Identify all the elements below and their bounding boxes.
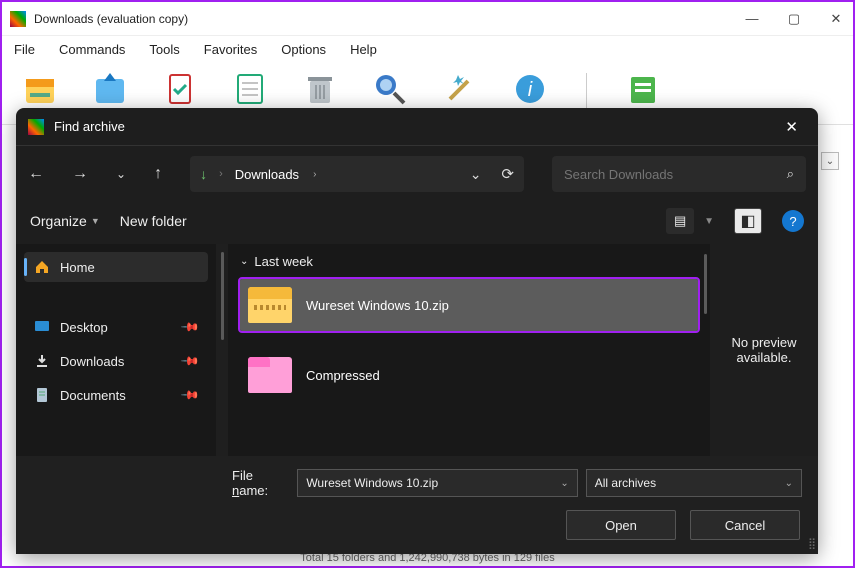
help-button[interactable]: ? (782, 210, 804, 232)
cancel-button[interactable]: Cancel (690, 510, 800, 540)
document-icon (34, 387, 50, 403)
dialog-logo-icon (28, 119, 44, 135)
pin-icon: 📌 (180, 317, 200, 337)
resize-grip[interactable]: ⣿ (808, 537, 814, 550)
view-mode-button[interactable]: ▤ (666, 208, 694, 234)
nav-forward-button[interactable]: → (72, 165, 88, 183)
sidebar-item-label: Desktop (60, 320, 108, 335)
dialog-close-button[interactable]: ✕ (777, 114, 806, 140)
sidebar-item-label: Documents (60, 388, 126, 403)
sidebar-item-home[interactable]: Home (24, 252, 208, 282)
breadcrumb-location[interactable]: Downloads (235, 167, 299, 182)
chevron-down-icon[interactable]: ▼ (704, 216, 714, 227)
chevron-down-icon: ▼ (91, 216, 100, 226)
zip-file-icon (248, 287, 292, 323)
menu-options[interactable]: Options (279, 40, 328, 59)
sidebar-home-label: Home (60, 260, 95, 275)
menu-commands[interactable]: Commands (57, 40, 127, 59)
chevron-down-icon[interactable]: ⌄ (560, 478, 568, 489)
pin-icon: 📌 (180, 385, 200, 405)
dialog-title: Find archive (54, 119, 777, 134)
menu-file[interactable]: File (12, 40, 37, 59)
open-button[interactable]: Open (566, 510, 676, 540)
minimize-button[interactable]: — (743, 10, 761, 28)
pin-icon: 📌 (180, 351, 200, 371)
filter-dropdown-button[interactable]: ⌄ (821, 152, 839, 170)
file-name-label: Wureset Windows 10.zip (306, 298, 449, 313)
file-item[interactable]: Compressed (240, 349, 698, 401)
nav-up-button[interactable]: ↑ (154, 165, 162, 183)
close-button[interactable]: ✕ (827, 10, 845, 28)
find-archive-dialog: Find archive ✕ ← → ⌄ ↑ ↓ › Downloads › ⌄… (16, 108, 818, 554)
file-type-filter[interactable]: All archives ⌄ (586, 469, 802, 497)
svg-text:i: i (528, 79, 533, 101)
sidebar-item-desktop[interactable]: Desktop 📌 (24, 312, 208, 342)
address-bar[interactable]: ↓ › Downloads › ⌄ ⟳ (190, 156, 524, 192)
menu-help[interactable]: Help (348, 40, 379, 59)
maximize-button[interactable]: ▢ (785, 10, 803, 28)
search-icon[interactable]: ⌕ (787, 166, 794, 182)
sidebar-item-documents[interactable]: Documents 📌 (24, 380, 208, 410)
chevron-down-icon: ⌄ (240, 256, 248, 267)
nav-back-button[interactable]: ← (28, 165, 44, 183)
downloads-folder-icon: ↓ (200, 166, 207, 182)
menu-favorites[interactable]: Favorites (202, 40, 259, 59)
menu-tools[interactable]: Tools (147, 40, 181, 59)
address-dropdown-button[interactable]: ⌄ (470, 166, 482, 183)
chevron-down-icon[interactable]: ⌄ (785, 478, 793, 489)
file-name-label: Compressed (306, 368, 380, 383)
sidebar-scrollbar[interactable] (216, 244, 228, 456)
breadcrumb-chevron-icon[interactable]: › (313, 169, 316, 180)
download-icon (34, 353, 50, 369)
nav-history-dropdown[interactable]: ⌄ (116, 167, 126, 181)
file-item-selected[interactable]: Wureset Windows 10.zip (240, 279, 698, 331)
filename-input[interactable]: Wureset Windows 10.zip ⌄ (297, 469, 577, 497)
new-folder-button[interactable]: New folder (120, 213, 187, 229)
window-title: Downloads (evaluation copy) (34, 12, 743, 26)
sidebar-item-label: Downloads (60, 354, 124, 369)
preview-pane: No preview available. (710, 244, 818, 456)
preview-pane-toggle[interactable]: ◧ (734, 208, 762, 234)
organize-menu[interactable]: Organize▼ (30, 213, 100, 229)
sidebar-item-downloads[interactable]: Downloads 📌 (24, 346, 208, 376)
folder-icon (248, 357, 292, 393)
desktop-icon (34, 319, 50, 335)
group-header[interactable]: ⌄ Last week (240, 254, 698, 269)
filename-label: File name: (232, 468, 289, 498)
winrar-logo-icon (10, 11, 26, 27)
home-icon (34, 259, 50, 275)
menu-bar: File Commands Tools Favorites Options He… (2, 36, 853, 65)
search-box[interactable]: ⌕ (552, 156, 806, 192)
refresh-button[interactable]: ⟳ (501, 165, 514, 183)
search-input[interactable] (564, 167, 787, 182)
main-scrollbar[interactable] (700, 254, 710, 314)
